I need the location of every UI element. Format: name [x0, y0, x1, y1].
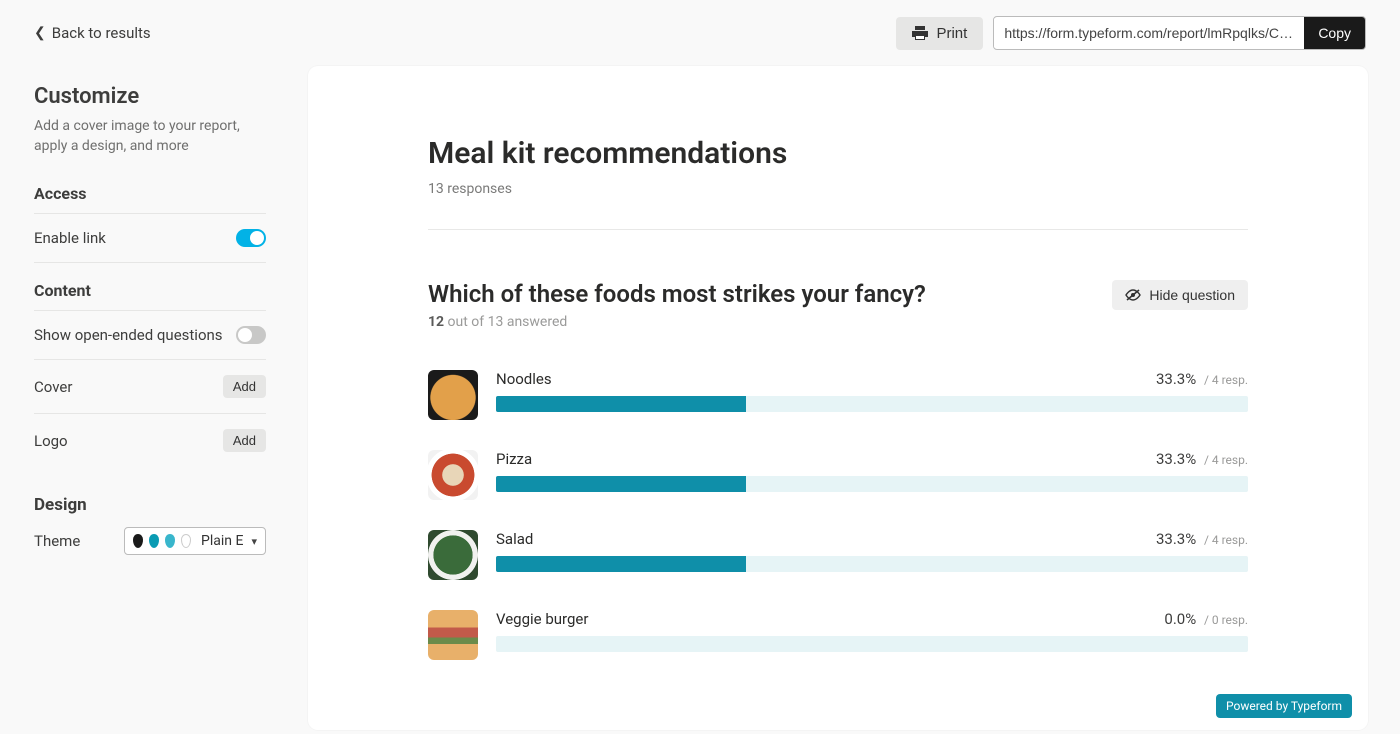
enable-link-label: Enable link: [34, 229, 106, 247]
report-panel: Meal kit recommendations 13 responses Wh…: [308, 66, 1368, 730]
open-ended-toggle[interactable]: [236, 326, 266, 344]
answer-bar: [496, 636, 1248, 652]
chevron-left-icon: ❮: [34, 25, 46, 41]
enable-link-toggle[interactable]: [236, 229, 266, 247]
share-url-box: Copy: [993, 16, 1366, 50]
hide-label: Hide question: [1149, 287, 1235, 303]
answer-bar: [496, 396, 1248, 412]
eye-off-icon: [1125, 288, 1141, 302]
print-label: Print: [936, 25, 967, 42]
answer-row: Salad 33.3% / 4 resp.: [428, 530, 1248, 580]
hide-question-button[interactable]: Hide question: [1112, 280, 1248, 310]
answer-label: Veggie burger: [496, 610, 588, 628]
chevron-down-icon: ▾: [251, 535, 257, 548]
answer-row: Pizza 33.3% / 4 resp.: [428, 450, 1248, 500]
copy-button[interactable]: Copy: [1304, 17, 1365, 49]
swatch-icon: [133, 534, 143, 548]
theme-selector[interactable]: Plain E ▾: [124, 527, 266, 555]
answer-thumbnail: [428, 530, 478, 580]
answer-stats: 33.3% / 4 resp.: [1156, 450, 1248, 468]
answer-label: Noodles: [496, 370, 552, 388]
answer-bar: [496, 556, 1248, 572]
back-label: Back to results: [52, 24, 151, 42]
design-section-title: Design: [34, 495, 266, 515]
answer-bar: [496, 476, 1248, 492]
answer-thumbnail: [428, 370, 478, 420]
logo-label: Logo: [34, 432, 68, 450]
answer-stats: 33.3% / 4 resp.: [1156, 530, 1248, 548]
print-button[interactable]: Print: [896, 17, 983, 50]
report-responses: 13 responses: [428, 181, 1248, 197]
add-cover-button[interactable]: Add: [223, 375, 266, 398]
powered-by-badge[interactable]: Powered by Typeform: [1216, 694, 1352, 718]
swatch-icon: [181, 534, 191, 548]
answer-label: Pizza: [496, 450, 532, 468]
answer-thumbnail: [428, 450, 478, 500]
print-icon: [912, 26, 928, 40]
open-ended-label: Show open-ended questions: [34, 326, 223, 344]
divider: [428, 229, 1248, 230]
question-title: Which of these foods most strikes your f…: [428, 280, 926, 308]
swatch-icon: [165, 534, 175, 548]
answer-row: Veggie burger 0.0% / 0 resp.: [428, 610, 1248, 660]
customize-subtitle: Add a cover image to your report, apply …: [34, 117, 266, 156]
theme-label: Theme: [34, 532, 80, 550]
cover-label: Cover: [34, 378, 72, 396]
answered-count: 12 out of 13 answered: [428, 314, 1248, 330]
customize-title: Customize: [34, 84, 266, 109]
swatch-icon: [149, 534, 159, 548]
sidebar: Customize Add a cover image to your repo…: [0, 66, 300, 730]
content-section-title: Content: [34, 281, 266, 311]
answer-stats: 33.3% / 4 resp.: [1156, 370, 1248, 388]
answer-row: Noodles 33.3% / 4 resp.: [428, 370, 1248, 420]
answer-label: Salad: [496, 530, 533, 548]
access-section-title: Access: [34, 184, 266, 214]
answer-stats: 0.0% / 0 resp.: [1164, 610, 1248, 628]
theme-name: Plain E: [201, 533, 243, 549]
answer-thumbnail: [428, 610, 478, 660]
add-logo-button[interactable]: Add: [223, 429, 266, 452]
back-to-results-link[interactable]: ❮ Back to results: [34, 24, 151, 42]
share-url-input[interactable]: [994, 18, 1304, 48]
report-title: Meal kit recommendations: [428, 136, 1248, 171]
